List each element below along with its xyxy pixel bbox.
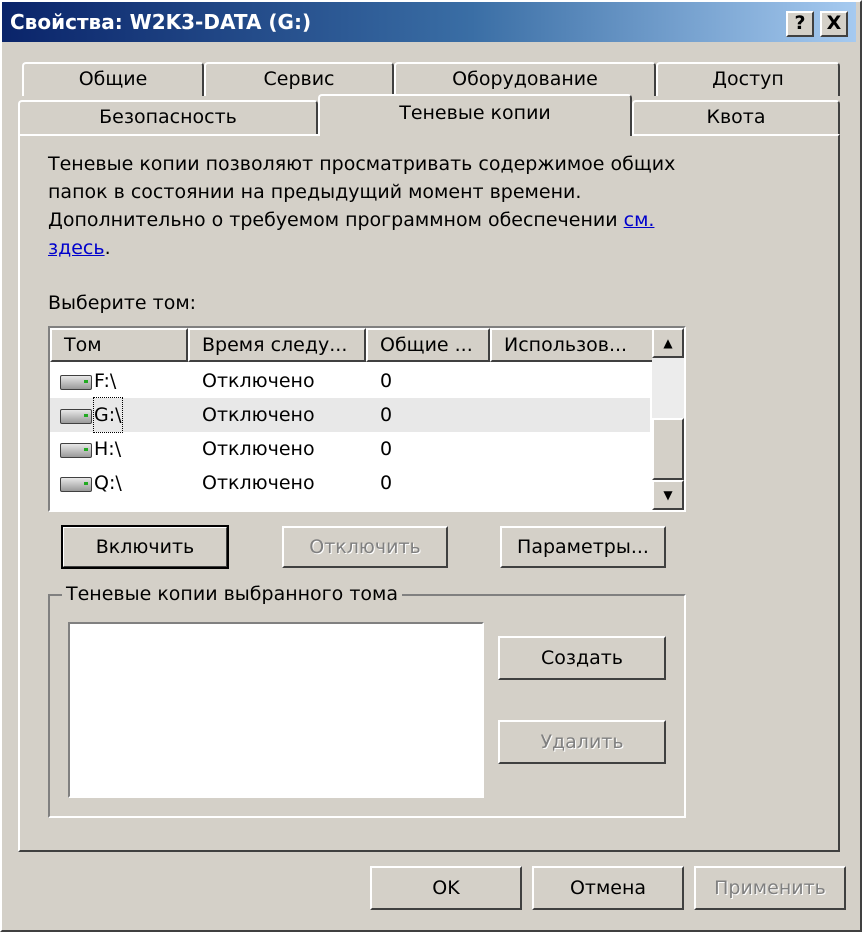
column-header-next-run[interactable]: Время следу...	[188, 328, 366, 362]
volume-name: G:\	[93, 397, 123, 433]
description-text: Теневые копии позволяют просматривать со…	[48, 150, 708, 262]
shares-count: 0	[380, 472, 393, 494]
volume-name: Q:\	[94, 472, 122, 494]
tab-quota[interactable]: Квота	[632, 100, 840, 134]
column-header-used[interactable]: Использов...	[490, 328, 654, 362]
snapshots-list[interactable]	[68, 622, 484, 798]
enable-button[interactable]: Включить	[61, 525, 229, 569]
volume-row[interactable]: F:\ Отключено 0	[50, 364, 650, 398]
drive-icon	[60, 409, 92, 424]
title-bar[interactable]: Свойства: W2K3-DATA (G:) ? X	[2, 2, 856, 42]
tab-sharing[interactable]: Доступ	[656, 62, 840, 96]
description-line: папок в состоянии на предыдущий момент в…	[48, 181, 582, 203]
scroll-thumb[interactable]	[652, 418, 684, 480]
vertical-scrollbar[interactable]: ▲ ▼	[652, 328, 684, 510]
volume-row-selected[interactable]: G:\ Отключено 0	[50, 397, 650, 433]
delete-button[interactable]: Удалить	[498, 720, 666, 764]
scroll-down-icon[interactable]: ▼	[652, 480, 684, 510]
description-line: Теневые копии позволяют просматривать со…	[48, 153, 676, 175]
volume-row[interactable]: Q:\ Отключено 0	[50, 466, 650, 500]
volume-name: H:\	[94, 438, 122, 460]
help-button[interactable]: ?	[786, 11, 814, 37]
apply-button[interactable]: Применить	[694, 866, 846, 910]
tab-security[interactable]: Безопасность	[18, 100, 318, 134]
disable-button[interactable]: Отключить	[282, 526, 448, 568]
drive-icon	[60, 443, 92, 458]
tab-hardware[interactable]: Оборудование	[394, 62, 656, 96]
tab-shadow-copies[interactable]: Теневые копии	[318, 94, 632, 136]
more-info-link-continued[interactable]: здесь	[48, 237, 105, 259]
settings-button[interactable]: Параметры...	[500, 526, 666, 568]
scroll-up-icon[interactable]: ▲	[652, 328, 684, 358]
create-button[interactable]: Создать	[498, 636, 666, 680]
snapshots-group-label: Теневые копии выбранного тома	[62, 583, 402, 605]
description-line: Дополнительно о требуемом программном об…	[48, 209, 624, 231]
tab-general[interactable]: Общие	[22, 62, 204, 96]
ok-button[interactable]: OK	[370, 866, 522, 910]
more-info-link[interactable]: см.	[624, 209, 655, 231]
column-header-shares[interactable]: Общие ...	[366, 328, 490, 362]
shares-count: 0	[380, 404, 393, 426]
tab-tools[interactable]: Сервис	[204, 62, 394, 96]
volumes-list[interactable]: Том Время следу... Общие ... Использов..…	[48, 326, 686, 512]
close-button[interactable]: X	[820, 11, 848, 37]
next-time: Отключено	[202, 404, 315, 426]
drive-icon	[60, 477, 92, 492]
cancel-button[interactable]: Отмена	[532, 866, 684, 910]
drive-icon	[60, 375, 92, 390]
volume-name: F:\	[94, 370, 117, 392]
description-tail: .	[104, 237, 111, 259]
next-time: Отключено	[202, 438, 315, 460]
window-title: Свойства: W2K3-DATA (G:)	[10, 10, 312, 34]
column-header-volume[interactable]: Том	[50, 328, 188, 362]
shares-count: 0	[380, 370, 393, 392]
next-time: Отключено	[202, 370, 315, 392]
next-time: Отключено	[202, 472, 315, 494]
shares-count: 0	[380, 438, 393, 460]
select-volume-label: Выберите том:	[48, 292, 197, 314]
volume-row[interactable]: H:\ Отключено 0	[50, 432, 650, 466]
